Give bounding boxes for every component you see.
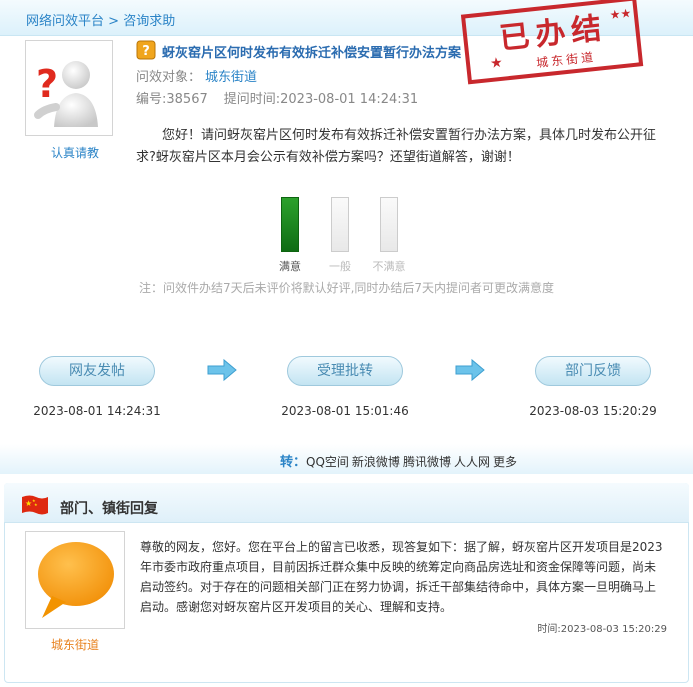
rating-label: 不满意 bbox=[372, 260, 406, 273]
share-tencent-weibo-link[interactable]: 腾讯微博 bbox=[403, 455, 451, 469]
stamp-sub-text: 城东街道 bbox=[536, 50, 597, 70]
arrow-right-icon bbox=[207, 358, 237, 382]
svg-text:★★: ★★ bbox=[609, 6, 632, 22]
step-accept-transfer-button[interactable]: 受理批转 bbox=[287, 356, 403, 386]
rating-bar bbox=[380, 197, 398, 252]
rating-bar bbox=[281, 197, 299, 252]
rating-unsatisfied[interactable]: 不满意 bbox=[369, 197, 409, 274]
question-time: 提问时间:2023-08-01 14:24:31 bbox=[223, 92, 419, 107]
share-more-link[interactable]: 更多 bbox=[493, 455, 517, 469]
china-flag-icon: ★ ★ ★ bbox=[22, 495, 48, 515]
rating-average[interactable]: 一般 bbox=[320, 197, 360, 274]
question-body: 您好！请问蚜灰窑片区何时发布有效拆迁补偿安置暂行办法方案，具体几时发布公开征求?… bbox=[136, 128, 657, 165]
step-department-feedback-button[interactable]: 部门反馈 bbox=[535, 356, 651, 386]
reply-time: 时间:2023-08-03 15:20:29 bbox=[537, 624, 667, 635]
share-renren-link[interactable]: 人人网 bbox=[454, 455, 490, 469]
rating-note: 注：问效件办结7天后未评价将默认好评,同时办结后7天内提问者可更改满意度 bbox=[138, 281, 555, 295]
rating-label: 满意 bbox=[279, 260, 301, 273]
reply-section-title: 部门、镇街回复 bbox=[60, 501, 158, 517]
question-title: 蚜灰窑片区何时发布有效拆迁补偿安置暂行办法方案 bbox=[162, 46, 462, 61]
breadcrumb-current-link[interactable]: 咨询求助 bbox=[123, 14, 175, 29]
svg-text:?: ? bbox=[36, 62, 58, 106]
share-label: 转： bbox=[280, 455, 307, 470]
breadcrumb-root-link[interactable]: 网络问效平台 bbox=[26, 14, 104, 29]
svg-text:?: ? bbox=[142, 44, 150, 59]
question-target: 问效对象： 城东街道 bbox=[136, 66, 257, 85]
step-time: 2023-08-01 14:24:31 bbox=[33, 404, 161, 418]
target-department-link[interactable]: 城东街道 bbox=[205, 70, 257, 85]
rating-satisfied[interactable]: 满意 bbox=[270, 197, 310, 274]
rating-label: 一般 bbox=[329, 260, 351, 273]
svg-text:★: ★ bbox=[489, 55, 503, 72]
question-person-icon: ? bbox=[34, 61, 98, 127]
svg-text:★: ★ bbox=[34, 502, 38, 507]
completed-stamp: 已办结 城东街道 ★ ★★ bbox=[460, 0, 644, 85]
share-links: 转：QQ空间 新浪微博 腾讯微博 人人网 更多 bbox=[280, 451, 520, 470]
breadcrumb-separator: > bbox=[104, 14, 124, 29]
step-time: 2023-08-03 15:20:29 bbox=[529, 404, 657, 418]
breadcrumb: 网络问效平台 > 咨询求助 bbox=[26, 10, 175, 29]
target-label: 问效对象： bbox=[136, 70, 202, 85]
asker-avatar: ? bbox=[25, 40, 113, 136]
asker-avatar-label: 认真请教 bbox=[50, 146, 99, 160]
step-user-post-button[interactable]: 网友发帖 bbox=[39, 356, 155, 386]
question-meta: 编号:38567 提问时间:2023-08-01 14:24:31 bbox=[136, 88, 418, 107]
step-time: 2023-08-01 15:01:46 bbox=[281, 404, 409, 418]
question-number: 编号:38567 bbox=[136, 92, 208, 107]
department-avatar-label: 城东街道 bbox=[50, 638, 99, 652]
question-icon: ? bbox=[136, 40, 156, 60]
reply-body: 尊敬的网友，您好。您在平台上的留言已收悉，现答复如下：据了解，蚜灰窑片区开发项目… bbox=[140, 540, 663, 614]
share-qzone-link[interactable]: QQ空间 bbox=[306, 455, 349, 469]
share-sina-weibo-link[interactable]: 新浪微博 bbox=[352, 455, 400, 469]
department-avatar bbox=[25, 531, 125, 629]
arrow-right-icon bbox=[455, 358, 485, 382]
rating-bar bbox=[331, 197, 349, 252]
speech-bubble-icon bbox=[38, 542, 114, 618]
